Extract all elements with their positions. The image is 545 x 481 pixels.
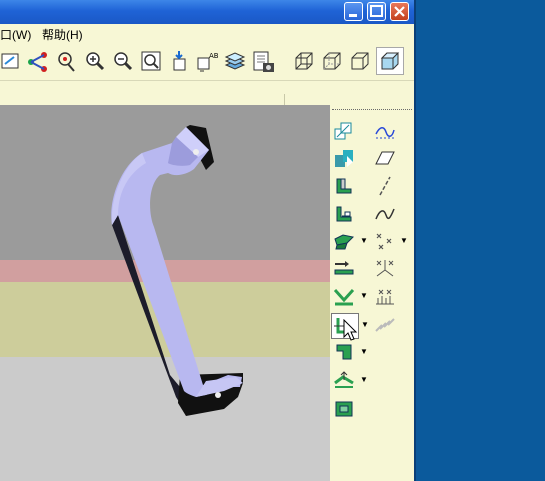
curve-icon	[375, 208, 395, 220]
title-bar[interactable]	[0, 0, 414, 24]
merge-button[interactable]	[333, 147, 355, 169]
csys-button[interactable]	[374, 258, 396, 280]
point-button[interactable]	[374, 231, 396, 253]
flange-button[interactable]	[333, 203, 355, 225]
rip-connect-button[interactable]	[333, 341, 355, 363]
spin-center-button[interactable]	[56, 50, 80, 74]
wireframe-button[interactable]	[292, 50, 316, 74]
rip-connect-dropdown-arrow[interactable]: ▼	[360, 347, 368, 356]
sketch-icon	[375, 127, 395, 139]
edge-rip-dropdown-arrow[interactable]: ▼	[361, 320, 369, 329]
reorient-icon	[173, 51, 186, 71]
model-display-button[interactable]	[252, 50, 276, 74]
minimize-button[interactable]	[344, 2, 363, 21]
maximize-button[interactable]	[367, 2, 386, 21]
flatten-icon	[335, 401, 353, 417]
bend-back-icon	[333, 288, 355, 306]
datum-grid-button[interactable]	[374, 313, 396, 335]
no-hidden-button[interactable]	[348, 50, 372, 74]
main-toolbar: AB	[0, 44, 414, 120]
point-icon	[376, 233, 392, 250]
named-views-button[interactable]: AB	[196, 50, 220, 74]
point-dropdown-arrow[interactable]: ▼	[400, 236, 408, 245]
plane-button[interactable]	[374, 147, 396, 169]
zoom-in-button[interactable]	[84, 50, 108, 74]
mouse-cursor-icon	[343, 319, 358, 341]
redraw-button[interactable]	[0, 50, 24, 74]
rip-connect-icon	[336, 344, 352, 360]
copy-button[interactable]	[333, 120, 355, 142]
hidden-line-button[interactable]	[320, 50, 344, 74]
merge-icon	[335, 150, 353, 167]
zoom-in-icon	[86, 52, 105, 71]
minimize-icon	[349, 14, 357, 17]
named-views-icon: AB	[197, 52, 219, 72]
no-hidden-icon	[351, 52, 369, 70]
layers-button[interactable]	[224, 50, 248, 74]
form-icon	[334, 371, 354, 388]
bend-back-button[interactable]	[333, 286, 355, 308]
datum-display-button[interactable]	[26, 50, 50, 74]
bend-dropdown-arrow[interactable]: ▼	[360, 236, 368, 245]
refit-icon	[141, 51, 161, 71]
close-icon	[394, 6, 405, 17]
desktop-background	[414, 0, 545, 481]
menu-bar: 口(W) 帮助(H)	[0, 24, 414, 44]
toolbar-grip	[332, 109, 412, 111]
analysis-icon	[376, 289, 394, 305]
datum-grid-icon	[375, 318, 395, 332]
bend-icon	[334, 234, 355, 250]
model-display-icon	[253, 51, 274, 72]
wall-icon	[336, 178, 352, 194]
flatten-button[interactable]	[333, 397, 355, 419]
unbend-icon	[334, 261, 354, 275]
feature-toolbar: ▼ ▼ ▼ ▼ ▼ ▼	[330, 105, 414, 481]
wireframe-icon	[295, 52, 313, 70]
sheetmetal-part	[111, 125, 243, 416]
unbend-button[interactable]	[333, 258, 355, 280]
redraw-icon	[1, 53, 19, 69]
axis-icon	[379, 176, 391, 196]
graphics-viewport[interactable]	[0, 105, 330, 481]
menu-window[interactable]: 口(W)	[0, 26, 31, 43]
refit-button[interactable]	[140, 50, 164, 74]
csys-icon	[376, 260, 394, 277]
wall-button[interactable]	[333, 175, 355, 197]
copy-icon	[334, 122, 352, 140]
bend-back-dropdown-arrow[interactable]: ▼	[360, 291, 368, 300]
analysis-button[interactable]	[374, 286, 396, 308]
zoom-out-button[interactable]	[112, 50, 136, 74]
datum-display-icon	[28, 52, 47, 72]
reorient-button[interactable]	[168, 50, 192, 74]
application-window: 口(W) 帮助(H) AB ▼ ▼ ▼ ▼ ▼ ▼	[0, 0, 414, 481]
svg-text:AB: AB	[209, 52, 219, 60]
shading-button[interactable]	[376, 47, 404, 75]
sketch-button[interactable]	[374, 120, 396, 142]
plane-icon	[375, 151, 395, 165]
zoom-out-icon	[114, 52, 133, 71]
hidden-line-icon	[323, 52, 341, 70]
curve-button[interactable]	[374, 203, 396, 225]
bend-button[interactable]	[333, 231, 355, 253]
flange-icon	[336, 206, 352, 222]
shading-icon	[380, 52, 400, 70]
maximize-icon	[370, 5, 383, 17]
form-button[interactable]	[333, 369, 355, 391]
layers-icon	[224, 52, 246, 70]
spin-center-icon	[58, 52, 75, 72]
menu-help[interactable]: 帮助(H)	[42, 26, 83, 43]
axis-button[interactable]	[374, 175, 396, 197]
form-dropdown-arrow[interactable]: ▼	[360, 375, 368, 384]
close-button[interactable]	[390, 2, 409, 21]
